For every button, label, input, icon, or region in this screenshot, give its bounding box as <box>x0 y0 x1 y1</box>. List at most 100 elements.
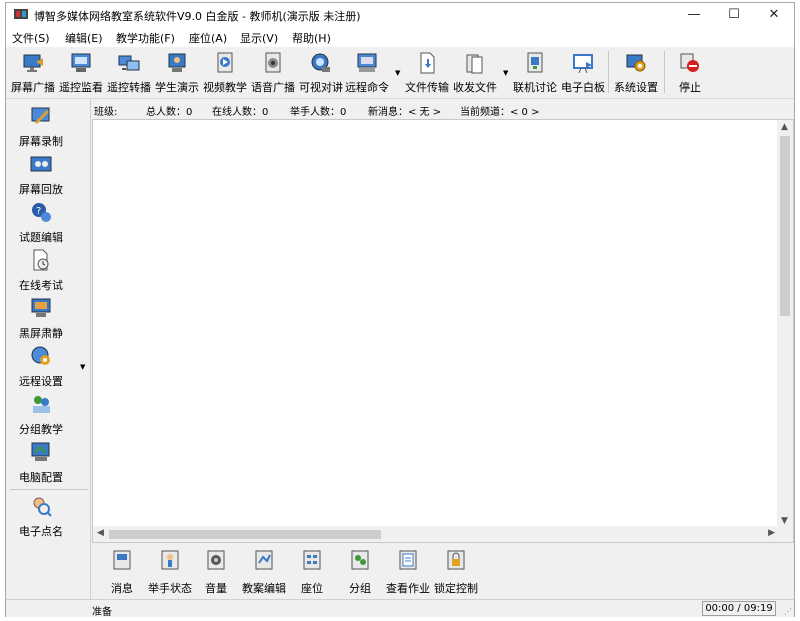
bottom-homework[interactable]: 查看作业 <box>384 549 432 596</box>
exam-edit-icon: ? <box>32 203 51 222</box>
bottom-lock-control[interactable]: 锁定控制 <box>432 549 480 596</box>
bottom-label: 分组 <box>349 582 371 595</box>
student-view-area[interactable]: ▲ ▼ ◀ ▶ <box>92 119 794 543</box>
vertical-scrollbar[interactable]: ▲ ▼ <box>777 120 793 528</box>
bottom-group[interactable]: 分组 <box>344 549 376 596</box>
video-teaching-icon <box>217 52 233 73</box>
homework-icon <box>399 550 417 570</box>
left-label: 分组教学 <box>19 423 63 436</box>
left-label: 屏幕回放 <box>19 183 63 196</box>
scroll-right-arrow[interactable]: ▶ <box>768 528 775 538</box>
online-discussion-icon <box>527 52 543 73</box>
file-transfer-icon <box>420 52 435 74</box>
bottom-toolbar: 消息 举手状态 音量 教案编辑 座位 分组 查看作业 锁定控制 <box>92 543 794 599</box>
maximize-button[interactable]: ☐ <box>714 3 754 27</box>
left-label: 试题编辑 <box>19 231 63 244</box>
remote-command-dropdown-arrow[interactable]: ▼ <box>395 69 400 77</box>
bottom-label: 锁定控制 <box>434 582 478 595</box>
send-receive-file-icon <box>466 54 483 74</box>
toolbar-video-intercom[interactable]: 可视对讲 <box>298 49 344 97</box>
menu-view[interactable]: 显示(V) <box>240 30 278 46</box>
left-remote-settings[interactable]: 远程设置 <box>6 345 76 389</box>
left-screen-playback[interactable]: 屏幕回放 <box>6 153 76 197</box>
left-label: 在线考试 <box>19 279 63 292</box>
menu-seat[interactable]: 座位(A) <box>189 30 227 46</box>
remote-settings-dropdown-arrow[interactable]: ▼ <box>80 363 85 371</box>
toolbar-label: 停止 <box>679 81 701 94</box>
send-receive-dropdown-arrow[interactable]: ▼ <box>503 69 508 77</box>
online-count: 在线人数：0 <box>212 107 269 118</box>
menu-teaching[interactable]: 教学功能(F) <box>116 30 175 46</box>
scroll-up-arrow[interactable]: ▲ <box>781 122 788 132</box>
left-computer-config[interactable]: 电脑配置 <box>6 441 76 485</box>
toolbar-remote-relay[interactable]: 遥控转播 <box>106 49 152 97</box>
whiteboard-icon <box>573 54 593 74</box>
minimize-button[interactable]: — <box>674 3 714 27</box>
toolbar-whiteboard[interactable]: 电子白板 <box>560 49 606 97</box>
computer-config-icon <box>31 442 50 461</box>
bottom-lesson-plan[interactable]: 教案编辑 <box>240 549 288 596</box>
title-bar: 博智多媒体网络教室系统软件V9.0 白金版 - 教师机(演示版 未注册) — ☐… <box>6 3 794 27</box>
menu-edit[interactable]: 编辑(E) <box>65 30 103 46</box>
toolbar-label: 屏幕广播 <box>11 81 55 94</box>
toolbar-label: 文件传输 <box>405 81 449 94</box>
toolbar-system-settings[interactable]: 系统设置 <box>612 49 660 97</box>
left-exam-edit[interactable]: ? 试题编辑 <box>6 201 76 245</box>
left-label: 电脑配置 <box>19 471 63 484</box>
remote-monitor-icon <box>71 53 91 72</box>
toolbar-label: 电子白板 <box>561 81 605 94</box>
menu-file[interactable]: 文件(S) <box>12 30 50 46</box>
status-bar: 准备 00:00 / 09:19 ⋰ <box>6 599 794 618</box>
roll-call-icon <box>33 497 52 517</box>
left-roll-call[interactable]: 电子点名 <box>6 495 76 539</box>
toolbar-label: 语音广播 <box>251 81 295 94</box>
toolbar-voice-broadcast[interactable]: 语音广播 <box>250 49 296 97</box>
toolbar-label: 可视对讲 <box>299 81 343 94</box>
toolbar-send-receive-file[interactable]: 收发文件 <box>452 49 498 97</box>
remote-settings-icon <box>31 346 50 365</box>
bottom-hand-raise[interactable]: 举手状态 <box>146 549 194 596</box>
toolbar-remote-command[interactable]: 远程命令 <box>344 49 390 97</box>
lock-control-icon <box>447 550 465 570</box>
bottom-volume[interactable]: 音量 <box>200 549 232 596</box>
black-screen-icon <box>31 298 51 317</box>
toolbar-video-teaching[interactable]: 视频教学 <box>202 49 248 97</box>
toolbar-student-demo[interactable]: 学生演示 <box>154 49 200 97</box>
left-screen-record[interactable]: 屏幕录制 <box>6 105 76 149</box>
new-message: 新消息：< 无 > <box>368 107 442 118</box>
group-teaching-icon <box>33 396 50 413</box>
scroll-down-arrow[interactable]: ▼ <box>781 516 788 526</box>
toolbar-label: 联机讨论 <box>513 81 557 94</box>
current-channel: 当前频道：< 0 > <box>460 107 540 118</box>
bottom-seat[interactable]: 座位 <box>296 549 328 596</box>
left-group-teaching[interactable]: 分组教学 <box>6 393 76 437</box>
bottom-label: 查看作业 <box>386 582 430 595</box>
lesson-plan-icon <box>255 550 273 570</box>
vertical-scroll-thumb[interactable] <box>780 136 790 316</box>
app-logo-icon <box>14 9 28 19</box>
svg-text:?: ? <box>36 206 41 217</box>
bottom-message[interactable]: 消息 <box>106 549 138 596</box>
bottom-label: 教案编辑 <box>242 582 286 595</box>
horizontal-scrollbar[interactable]: ◀ ▶ <box>93 526 779 542</box>
volume-icon <box>207 550 225 570</box>
seat-icon <box>303 550 321 570</box>
left-black-screen[interactable]: 黑屏肃静 <box>6 297 76 341</box>
left-online-exam[interactable]: 在线考试 <box>6 249 76 293</box>
menu-help[interactable]: 帮助(H) <box>292 30 331 46</box>
horizontal-scroll-thumb[interactable] <box>109 530 381 539</box>
close-button[interactable]: ✕ <box>754 3 794 27</box>
toolbar-online-discussion[interactable]: 联机讨论 <box>512 49 558 97</box>
toolbar-stop[interactable]: 停止 <box>670 49 710 97</box>
window-title: 博智多媒体网络教室系统软件V9.0 白金版 - 教师机(演示版 未注册) <box>34 10 361 23</box>
menu-bar: 文件(S) 编辑(E) 教学功能(F) 座位(A) 显示(V) 帮助(H) <box>6 27 794 47</box>
toolbar-separator <box>608 51 609 93</box>
scroll-left-arrow[interactable]: ◀ <box>97 528 104 538</box>
student-demo-icon <box>168 53 186 72</box>
resize-grip-icon[interactable]: ⋰ <box>784 607 792 616</box>
group-icon <box>351 550 369 570</box>
toolbar-remote-monitor[interactable]: 遥控监看 <box>58 49 104 97</box>
left-label: 电子点名 <box>19 525 63 538</box>
toolbar-screen-broadcast[interactable]: 屏幕广播 <box>10 49 56 97</box>
toolbar-file-transfer[interactable]: 文件传输 <box>404 49 450 97</box>
